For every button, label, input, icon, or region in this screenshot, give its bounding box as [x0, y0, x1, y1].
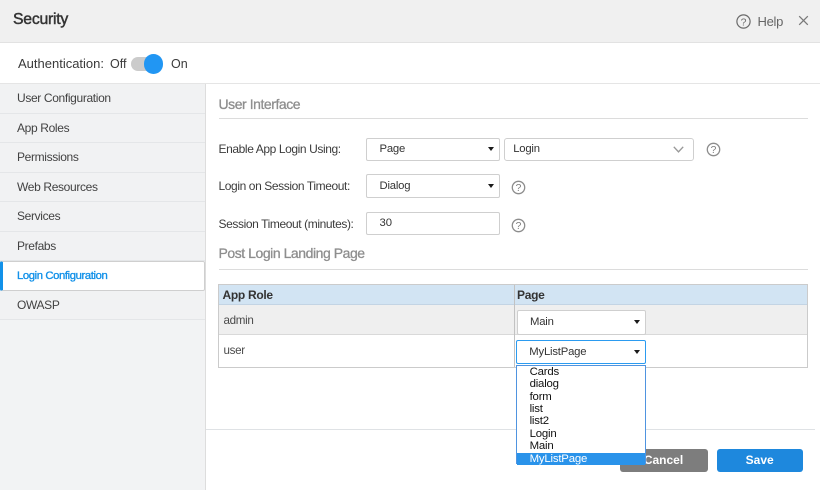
svg-text:?: ? — [741, 16, 747, 28]
svg-text:?: ? — [515, 183, 521, 194]
svg-text:?: ? — [515, 221, 521, 232]
svg-text:?: ? — [710, 145, 716, 156]
